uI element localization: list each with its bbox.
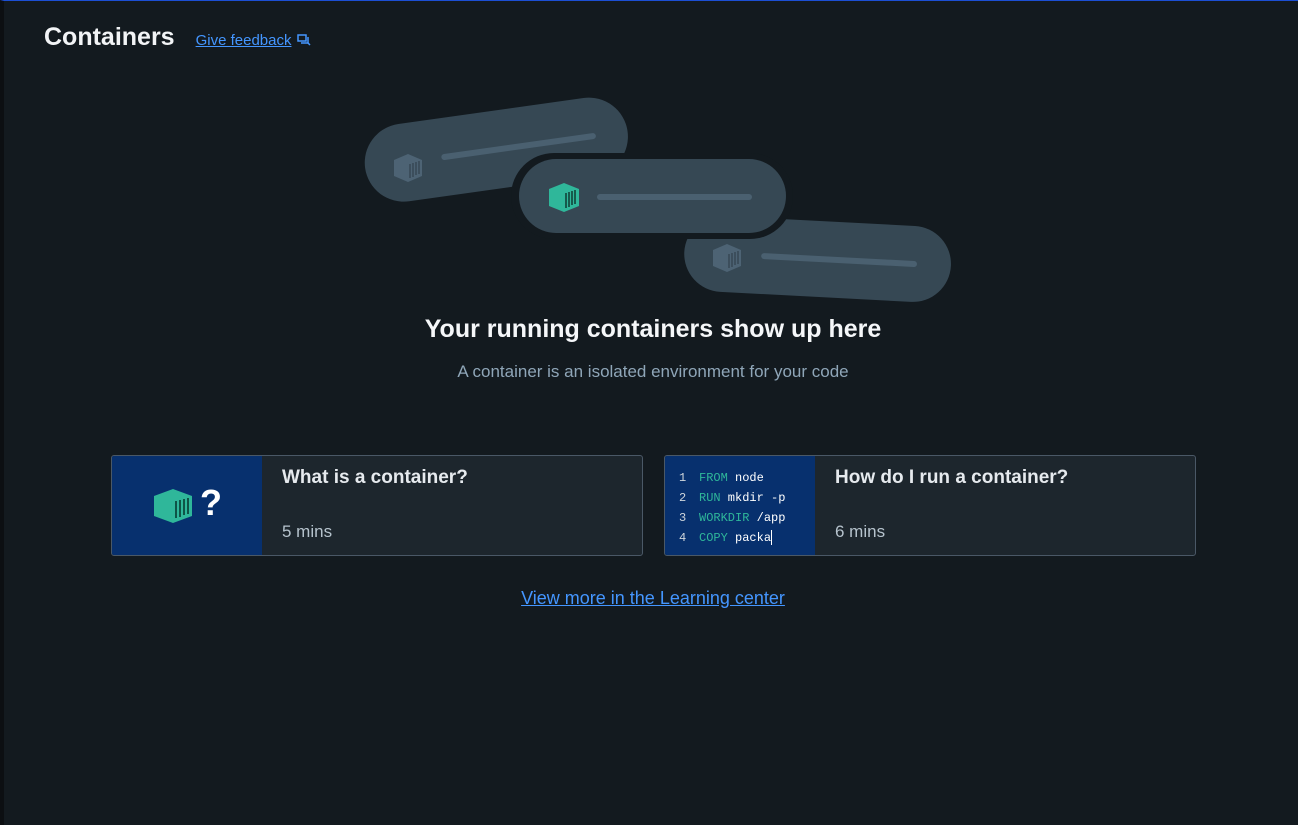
feedback-icon (297, 34, 312, 46)
page-title: Containers (44, 23, 175, 51)
code-line: 4 COPY packa (679, 530, 773, 546)
learning-center-link[interactable]: View more in the Learning center (521, 588, 785, 608)
code-line: 2 RUN mkdir -p (679, 491, 786, 505)
learning-center-link-wrap: View more in the Learning center (4, 588, 1298, 609)
container-icon-right (713, 244, 741, 272)
learn-card-what-is-container[interactable]: ? What is a container? 5 mins (111, 455, 643, 556)
containers-illustration (364, 97, 951, 302)
card-thumbnail: 1 FROM node 2 RUN mkdir -p 3 WORKDIR /app 4… (665, 456, 815, 555)
container-icon-back (394, 154, 422, 182)
code-line: 3 WORKDIR /app (679, 511, 786, 525)
card-duration: 6 mins (835, 522, 886, 541)
empty-state-subtitle: A container is an isolated environment f… (457, 362, 849, 381)
give-feedback-label: Give feedback (195, 31, 292, 49)
card-duration: 5 mins (282, 522, 333, 541)
card-title: What is a container? (282, 467, 468, 488)
learn-card-run-container[interactable]: 1 FROM node 2 RUN mkdir -p 3 WORKDIR /app 4… (664, 455, 1196, 556)
card-body: What is a container? 5 mins (262, 456, 642, 555)
containers-view: Containers Give feedback Your running co… (0, 0, 1298, 825)
card-thumbnail: ? (112, 456, 262, 555)
empty-state-title: Your running containers show up here (424, 315, 882, 343)
question-mark-icon: ? (200, 482, 222, 523)
text-cursor (771, 530, 773, 546)
container-icon-active (549, 183, 579, 212)
give-feedback-link[interactable]: Give feedback (196, 32, 312, 49)
page-header: Containers Give feedback (44, 23, 312, 52)
code-snippet: 1 FROM node 2 RUN mkdir -p 3 WORKDIR /app 4… (679, 468, 785, 548)
card-body: How do I run a container? 6 mins (815, 456, 1195, 555)
container-icon (154, 489, 192, 523)
card-title: How do I run a container? (835, 467, 1069, 488)
code-line: 1 FROM node (679, 471, 764, 485)
